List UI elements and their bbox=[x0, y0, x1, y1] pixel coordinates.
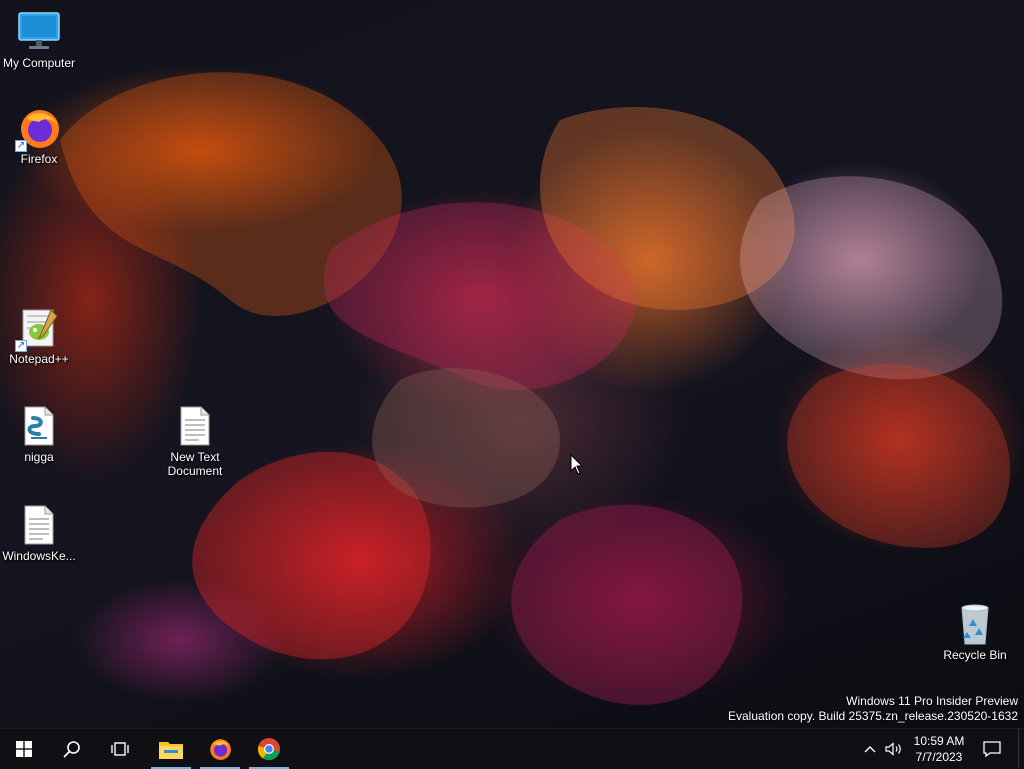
desktop-icon-notepadpp[interactable]: ↗ Notepad++ bbox=[1, 306, 77, 366]
file-explorer-button[interactable] bbox=[147, 729, 195, 769]
taskbar: 10:59 AM 7/7/2023 bbox=[0, 728, 1024, 769]
clock-time: 10:59 AM bbox=[913, 734, 965, 748]
desktop-icon-label: WindowsKe... bbox=[2, 549, 76, 563]
clock[interactable]: 10:59 AM 7/7/2023 bbox=[908, 729, 970, 769]
speaker-icon bbox=[885, 742, 901, 756]
desktop-icon-label-line2: Document bbox=[167, 464, 223, 478]
desktop-icon-windowskey[interactable]: WindowsKe... bbox=[1, 503, 77, 563]
firefox-icon: ↗ bbox=[15, 106, 61, 152]
text-file-icon bbox=[17, 503, 61, 547]
shortcut-arrow-icon: ↗ bbox=[15, 340, 27, 352]
monitor-icon bbox=[17, 10, 61, 54]
evaluation-watermark: Windows 11 Pro Insider Preview Evaluatio… bbox=[728, 694, 1018, 724]
recycle-bin-icon bbox=[953, 602, 997, 646]
desktop-icon-nigga[interactable]: nigga bbox=[1, 404, 77, 464]
chrome-icon bbox=[257, 738, 280, 761]
search-button[interactable] bbox=[48, 729, 96, 769]
clock-date: 7/7/2023 bbox=[915, 750, 963, 764]
desktop-icon-label-line1: New Text bbox=[170, 450, 220, 464]
firefox-icon bbox=[210, 739, 231, 760]
desktop[interactable]: My Computer ↗ Firefox ↗ Notepad++ nigga … bbox=[0, 0, 1024, 728]
chrome-taskbar-button[interactable] bbox=[245, 729, 293, 769]
desktop-icon-label: My Computer bbox=[2, 56, 76, 70]
watermark-line1: Windows 11 Pro Insider Preview bbox=[846, 694, 1018, 708]
desktop-icon-new-text-document[interactable]: New Text Document bbox=[157, 404, 233, 478]
desktop-icon-my-computer[interactable]: My Computer bbox=[1, 10, 77, 70]
wallpaper bbox=[60, 72, 1010, 705]
notification-icon bbox=[983, 741, 1001, 757]
volume-button[interactable] bbox=[882, 729, 906, 769]
notepadpp-icon: ↗ bbox=[15, 306, 61, 352]
watermark-line2: Evaluation copy. Build 25375.zn_release.… bbox=[728, 709, 1018, 723]
chevron-up-icon bbox=[864, 746, 876, 753]
search-icon bbox=[63, 741, 80, 758]
desktop-icon-label: Notepad++ bbox=[9, 352, 69, 366]
desktop-icon-label: Recycle Bin bbox=[943, 648, 1007, 662]
show-desktop-button[interactable] bbox=[1018, 729, 1024, 769]
notification-center-button[interactable] bbox=[976, 729, 1008, 769]
firefox-taskbar-button[interactable] bbox=[196, 729, 244, 769]
file-explorer-icon bbox=[159, 742, 183, 759]
script-file-icon bbox=[17, 404, 61, 448]
task-view-icon bbox=[111, 742, 129, 756]
start-button[interactable] bbox=[0, 729, 48, 769]
task-view-button[interactable] bbox=[96, 729, 144, 769]
desktop-icon-label: nigga bbox=[24, 450, 54, 464]
desktop-icon-label: Firefox bbox=[20, 152, 58, 166]
desktop-icon-firefox[interactable]: ↗ Firefox bbox=[1, 106, 77, 166]
mouse-cursor-icon bbox=[570, 454, 584, 475]
text-file-icon bbox=[173, 404, 217, 448]
show-hidden-icons-button[interactable] bbox=[860, 729, 880, 769]
desktop-icon-recycle-bin[interactable]: Recycle Bin bbox=[937, 602, 1013, 662]
shortcut-arrow-icon: ↗ bbox=[15, 140, 27, 152]
windows-start-icon bbox=[16, 741, 32, 757]
